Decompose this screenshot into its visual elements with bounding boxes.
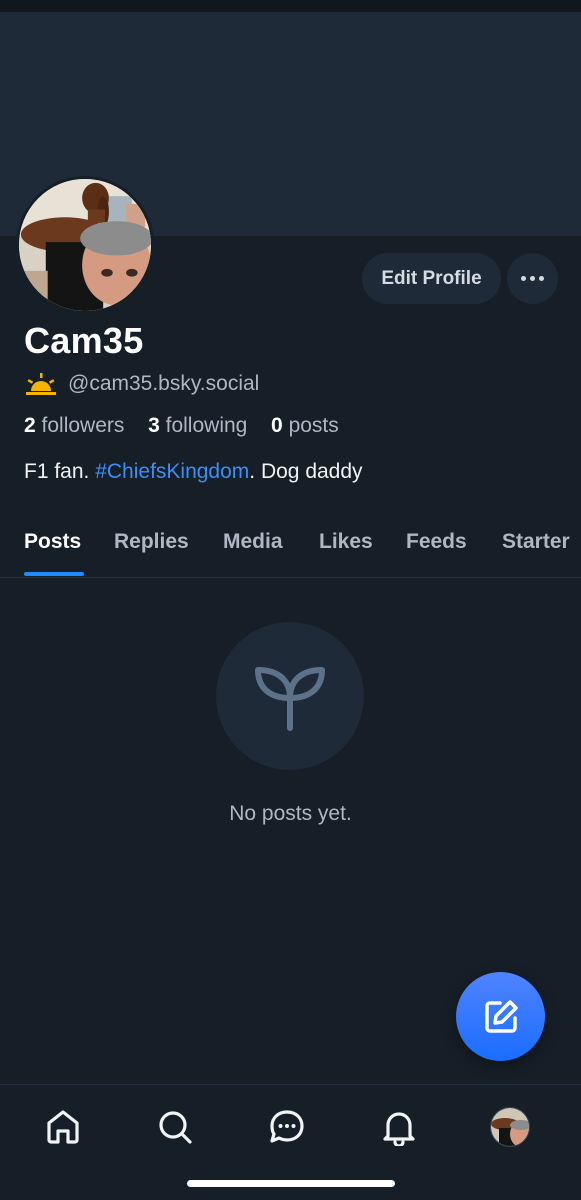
more-options-button[interactable] [507, 253, 558, 304]
profile-stats: 2 followers 3 following 0 posts [24, 414, 339, 438]
tab-likes[interactable]: Likes [319, 530, 373, 554]
seedling-icon [255, 667, 325, 731]
compose-icon [484, 999, 518, 1033]
profile-avatar[interactable] [16, 176, 154, 314]
posts-count: 0 [271, 414, 283, 437]
nav-search[interactable] [153, 1105, 197, 1149]
search-icon [159, 1111, 192, 1144]
edit-profile-button[interactable]: Edit Profile [362, 253, 501, 304]
bio-hashtag-link[interactable]: #ChiefsKingdom [95, 460, 249, 483]
nav-home[interactable] [41, 1105, 85, 1149]
profile-tabs: Posts Replies Media Likes Feeds Starter [0, 520, 581, 578]
followers-label: followers [41, 414, 125, 437]
following-count: 3 [148, 414, 160, 437]
posts-stat: 0 posts [271, 414, 339, 437]
nav-profile[interactable] [488, 1105, 532, 1149]
bio-prefix: F1 fan. [24, 460, 96, 483]
profile-handle: @cam35.bsky.social [68, 372, 260, 395]
compose-post-button[interactable] [456, 972, 545, 1061]
empty-state-text: No posts yet. [229, 802, 352, 825]
nav-chat[interactable] [265, 1105, 309, 1149]
nav-notifications[interactable] [377, 1105, 421, 1149]
nav-profile-avatar [490, 1107, 530, 1147]
bio-suffix: . Dog daddy [249, 460, 363, 483]
active-tab-indicator [24, 572, 84, 576]
tab-starter[interactable]: Starter [502, 530, 570, 554]
avatar-photo [19, 179, 151, 311]
tab-replies[interactable]: Replies [114, 530, 189, 554]
chat-icon [270, 1110, 304, 1143]
handle-row: @cam35.bsky.social [24, 370, 259, 398]
status-bar [0, 0, 581, 12]
tab-feeds[interactable]: Feeds [406, 530, 467, 554]
profile-screen: Edit Profile Cam35 @cam35.bsky.social 2 … [0, 0, 581, 1200]
following-link[interactable]: 3 following [148, 414, 253, 437]
empty-state-badge [216, 622, 364, 770]
following-label: following [165, 414, 248, 437]
followers-count: 2 [24, 414, 36, 437]
profile-bio: F1 fan. #ChiefsKingdom. Dog daddy [24, 460, 363, 484]
tab-media[interactable]: Media [223, 530, 283, 554]
display-name: Cam35 [24, 320, 144, 361]
followers-link[interactable]: 2 followers [24, 414, 130, 437]
sunrise-icon [26, 373, 56, 395]
posts-label: posts [288, 414, 339, 437]
tab-posts[interactable]: Posts [24, 530, 81, 554]
ellipsis-icon [519, 276, 546, 281]
home-icon [47, 1110, 79, 1144]
home-indicator [187, 1180, 395, 1187]
bell-icon [383, 1112, 415, 1146]
